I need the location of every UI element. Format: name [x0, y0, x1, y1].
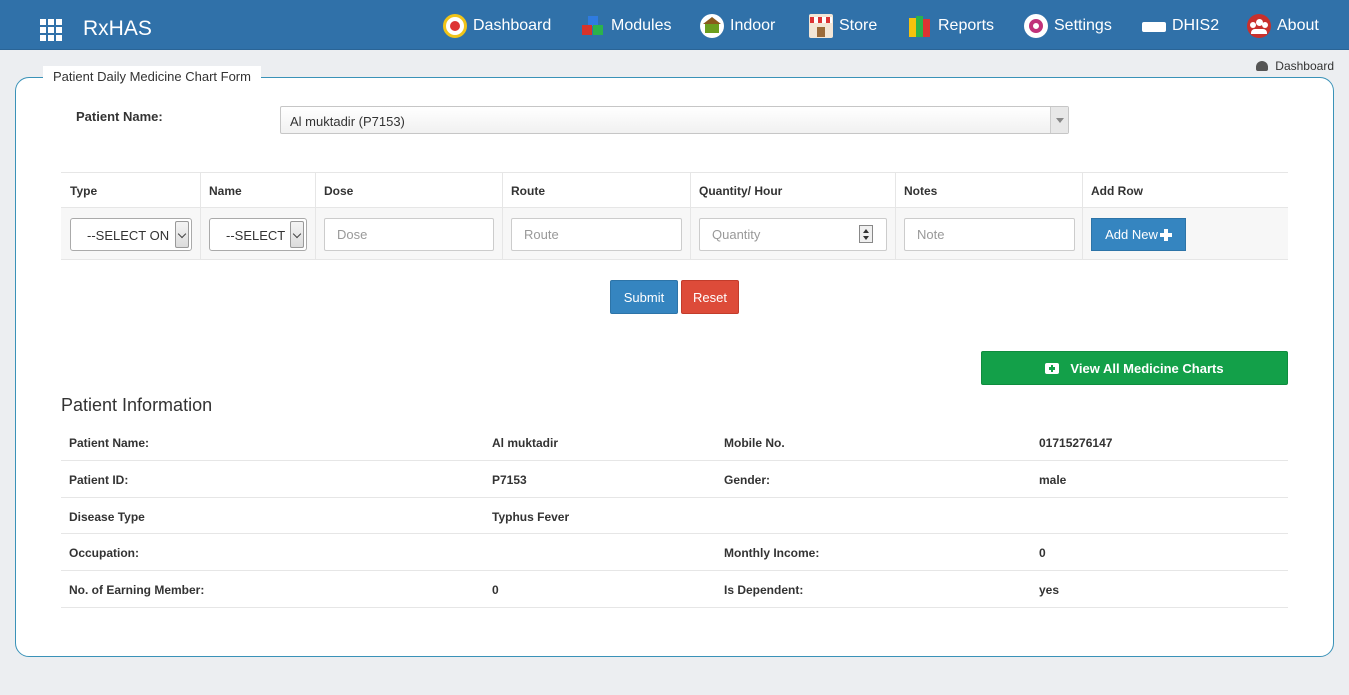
plus-icon: [1159, 228, 1172, 241]
dhis2-logo-icon: [1142, 22, 1166, 32]
reset-button[interactable]: Reset: [681, 280, 739, 314]
note-input[interactable]: [904, 218, 1075, 251]
info-value: 01715276147: [1039, 436, 1113, 450]
chevron-down-icon: [290, 221, 304, 248]
reports-books-icon: [908, 14, 932, 38]
type-select-value: --SELECT ON: [87, 228, 170, 243]
header-dose: Dose: [324, 184, 354, 198]
form-legend: Patient Daily Medicine Chart Form: [43, 66, 261, 87]
nav-item-dashboard[interactable]: Dashboard: [443, 14, 551, 38]
add-new-label: Add New: [1105, 227, 1158, 242]
header-notes: Notes: [904, 184, 938, 198]
view-all-medicine-charts-button[interactable]: View All Medicine Charts: [981, 351, 1288, 385]
view-all-label: View All Medicine Charts: [1070, 360, 1224, 376]
info-label: Disease Type: [69, 510, 145, 524]
info-value: P7153: [492, 473, 527, 487]
column-divider: [690, 172, 691, 260]
medical-kit-icon: [1045, 362, 1060, 374]
dose-input[interactable]: [324, 218, 494, 251]
chevron-down-icon: [1050, 107, 1068, 133]
info-value: 0: [492, 583, 499, 597]
info-value: 0: [1039, 546, 1046, 560]
nav-item-indoor[interactable]: Indoor: [700, 14, 775, 38]
add-new-row-button[interactable]: Add New: [1091, 218, 1186, 251]
patient-name-label: Patient Name:: [76, 109, 163, 124]
dashboard-icon: [1256, 61, 1269, 71]
nav-label: About: [1277, 17, 1319, 34]
nav-item-dhis2[interactable]: DHIS2: [1142, 14, 1219, 38]
info-label: Monthly Income:: [724, 546, 820, 560]
header-type: Type: [70, 184, 98, 198]
settings-gear-icon: [1024, 14, 1048, 38]
patient-info-table: Patient Name: Al muktadir Mobile No. 017…: [61, 423, 1288, 608]
app-grid-icon[interactable]: [40, 19, 62, 41]
nav-label: Modules: [611, 17, 672, 34]
table-row: --SELECT ON --SELECT Add New: [61, 208, 1288, 260]
info-label: Patient Name:: [69, 436, 150, 450]
patient-information-title: Patient Information: [61, 395, 213, 415]
table-row: No. of Earning Member: 0 Is Dependent: y…: [61, 571, 1288, 608]
column-divider: [1082, 172, 1083, 260]
nav-label: Settings: [1054, 17, 1112, 34]
header-add-row: Add Row: [1091, 184, 1143, 198]
header-route: Route: [511, 184, 545, 198]
table-row: Occupation: Monthly Income: 0: [61, 534, 1288, 571]
column-divider: [200, 172, 201, 260]
dashboard-gauge-icon: [443, 14, 467, 38]
modules-cubes-icon: [581, 14, 605, 38]
column-divider: [895, 172, 896, 260]
info-value: yes: [1039, 583, 1060, 597]
name-select-value: --SELECT: [226, 228, 286, 243]
nav-label: Indoor: [730, 17, 776, 34]
info-label: Patient ID:: [69, 473, 129, 487]
nav-label: Reports: [938, 17, 995, 34]
info-label: Gender:: [724, 473, 771, 487]
nav-item-settings[interactable]: Settings: [1024, 14, 1112, 38]
brand-title[interactable]: RxHAS: [83, 17, 152, 41]
quantity-stepper[interactable]: [859, 225, 873, 243]
nav-label: Dashboard: [473, 17, 552, 34]
patient-name-select[interactable]: Al muktadir (P7153): [280, 106, 1069, 134]
nav-item-about[interactable]: About: [1247, 14, 1319, 38]
store-building-icon: [809, 14, 833, 38]
breadcrumb[interactable]: Dashboard: [1256, 59, 1334, 73]
column-divider: [315, 172, 316, 260]
table-header-row: Type Name Dose Route Quantity/ Hour Note…: [61, 172, 1288, 208]
table-row: Patient ID: P7153 Gender: male: [61, 461, 1288, 498]
column-divider: [502, 172, 503, 260]
info-value: Al muktadir: [492, 436, 559, 450]
name-select[interactable]: --SELECT: [209, 218, 307, 251]
type-select[interactable]: --SELECT ON: [70, 218, 192, 251]
nav-label: Store: [839, 17, 878, 34]
header-quantity-hour: Quantity/ Hour: [699, 184, 783, 198]
info-value: male: [1039, 473, 1067, 487]
nav-item-store[interactable]: Store: [809, 14, 877, 38]
info-label: Mobile No.: [724, 436, 785, 450]
route-input[interactable]: [511, 218, 682, 251]
top-navbar: RxHAS Dashboard Modules Indoor Store Rep…: [0, 0, 1349, 50]
breadcrumb-label: Dashboard: [1275, 59, 1334, 73]
patient-name-value: Al muktadir (P7153): [290, 114, 405, 129]
medicine-table: Type Name Dose Route Quantity/ Hour Note…: [61, 172, 1288, 260]
info-value: Typhus Fever: [492, 510, 570, 524]
header-name: Name: [209, 184, 242, 198]
submit-button[interactable]: Submit: [610, 280, 678, 314]
info-label: No. of Earning Member:: [69, 583, 205, 597]
info-label: Occupation:: [69, 546, 140, 560]
chevron-down-icon: [175, 221, 189, 248]
table-row: Disease Type Typhus Fever: [61, 498, 1288, 534]
nav-item-reports[interactable]: Reports: [908, 14, 994, 38]
table-row: Patient Name: Al muktadir Mobile No. 017…: [61, 423, 1288, 461]
indoor-house-icon: [700, 14, 724, 38]
about-people-icon: [1247, 14, 1271, 38]
nav-item-modules[interactable]: Modules: [581, 14, 671, 38]
nav-label: DHIS2: [1172, 17, 1220, 34]
info-label: Is Dependent:: [724, 583, 804, 597]
